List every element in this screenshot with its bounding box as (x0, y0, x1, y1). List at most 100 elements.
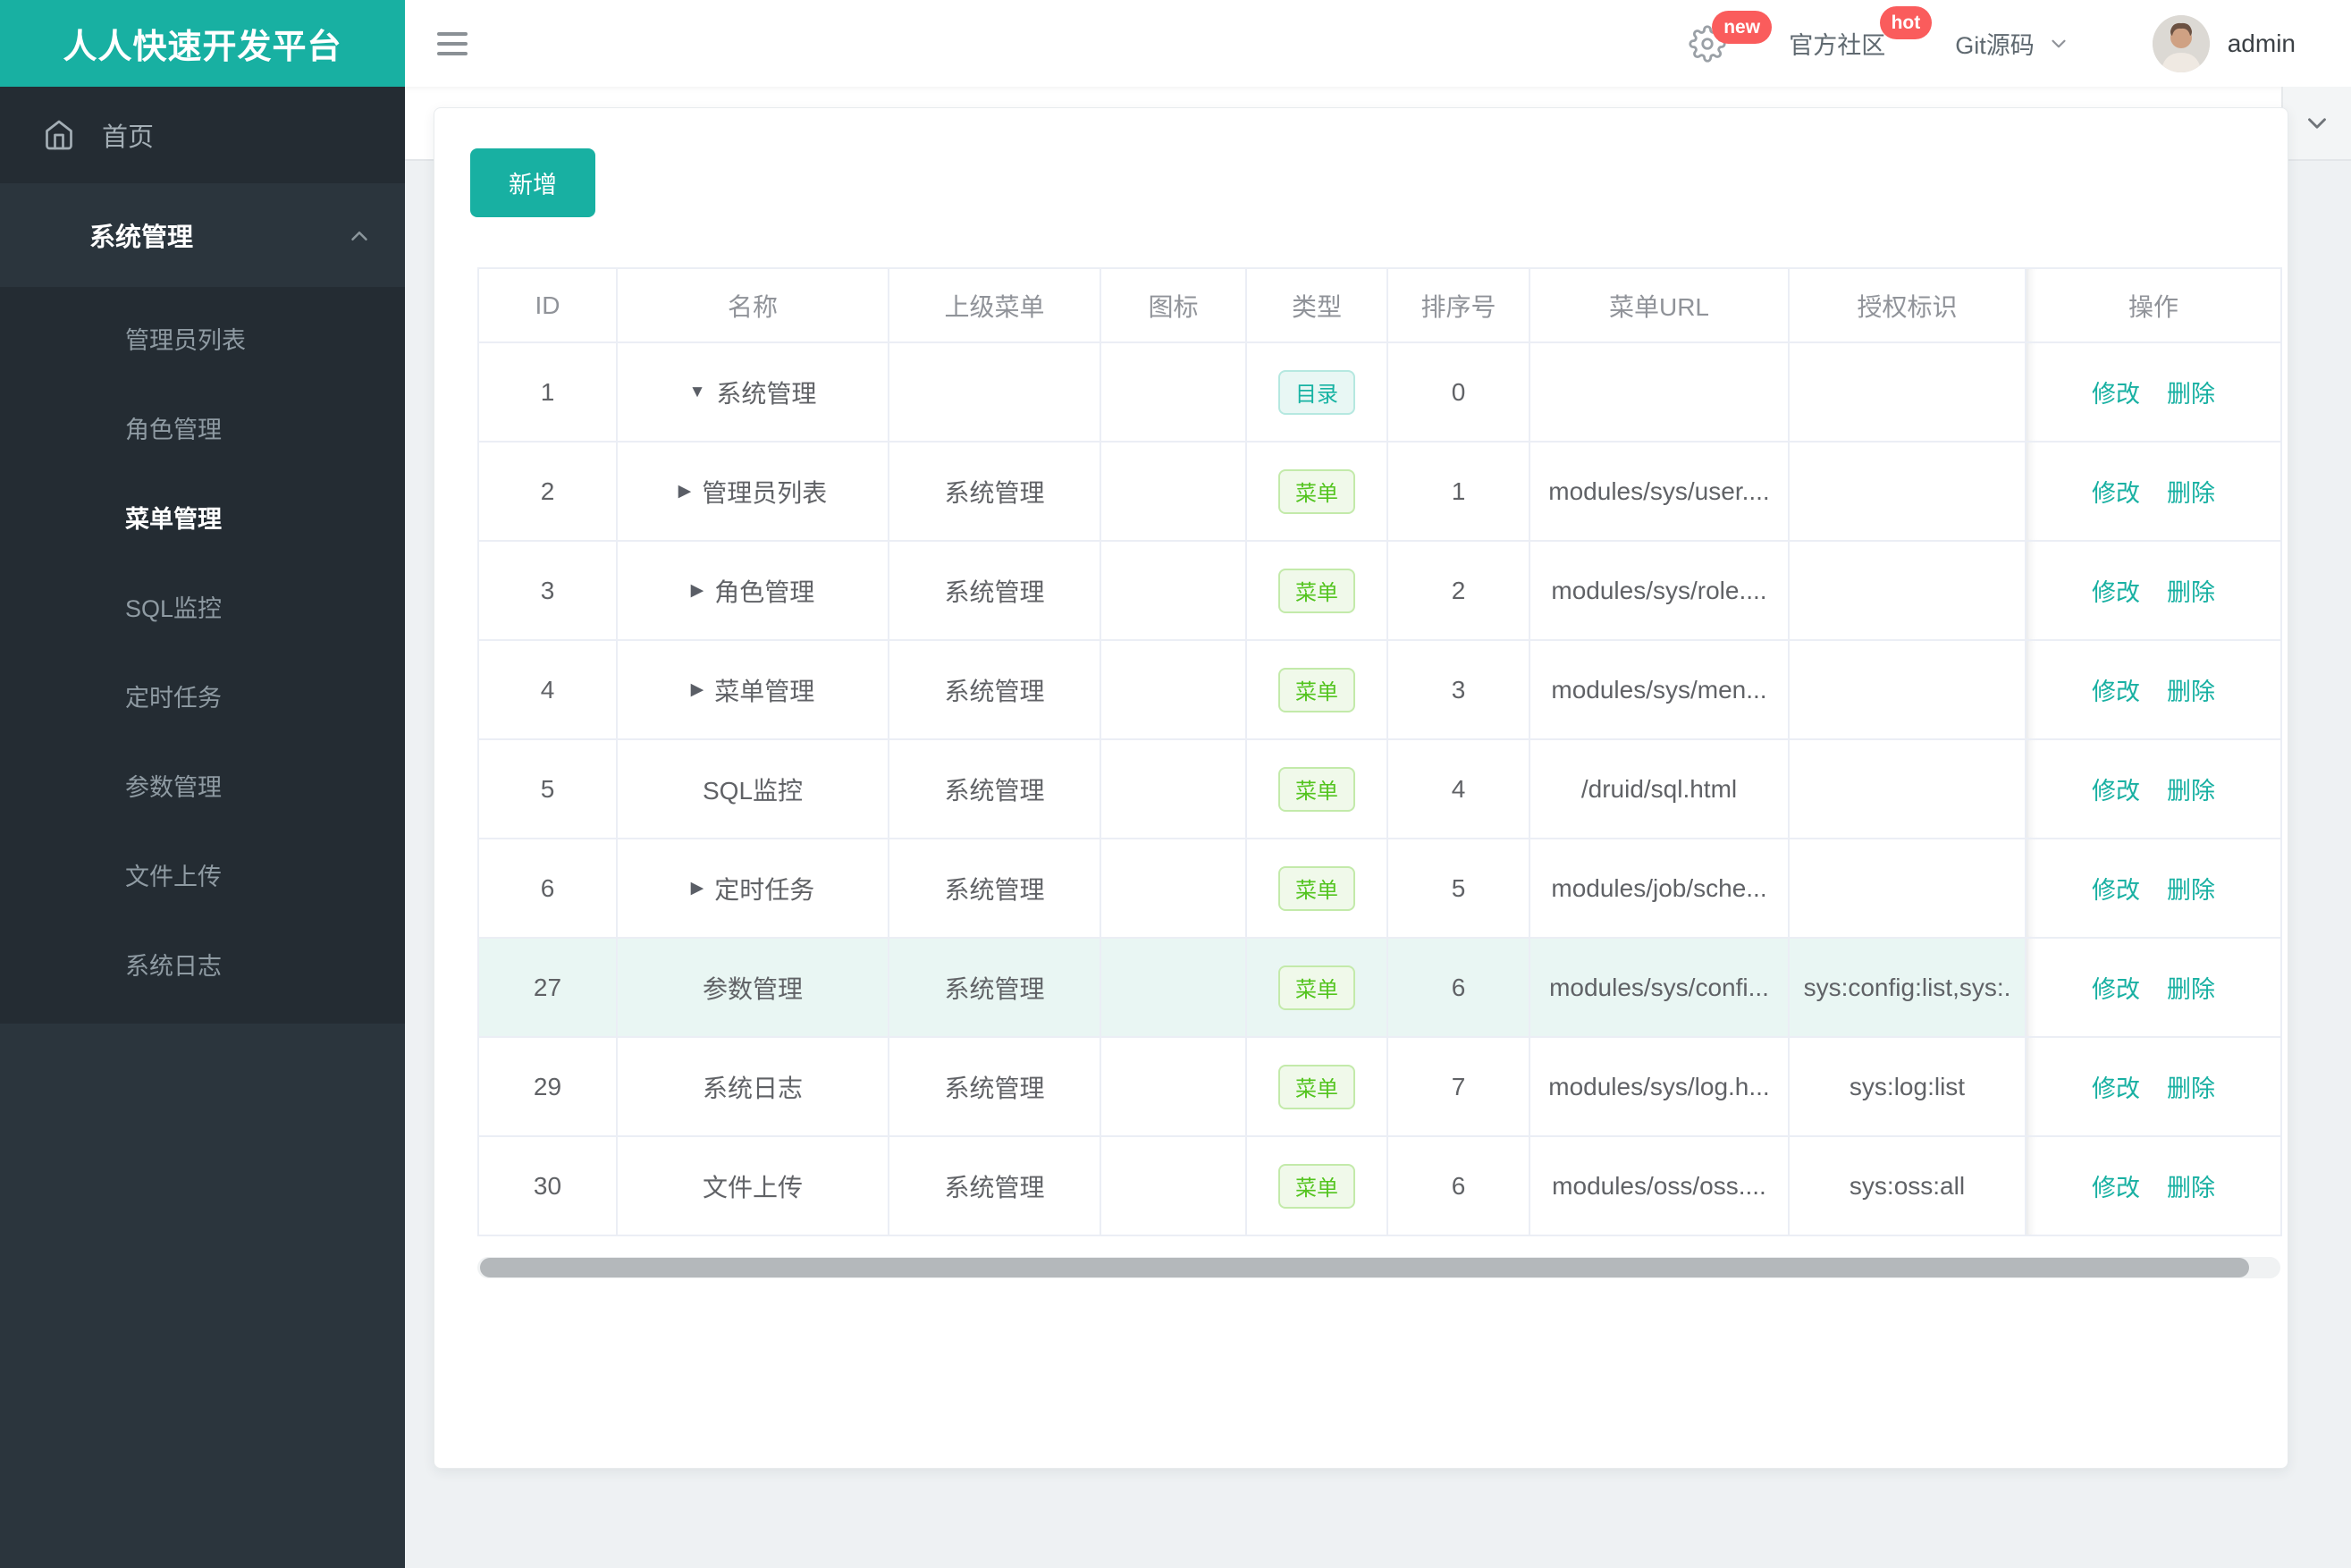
cell-url (1529, 342, 1790, 443)
sidebar-item[interactable]: 角色管理 (0, 385, 405, 475)
delete-link[interactable]: 删除 (2167, 970, 2215, 1005)
sidebar-section-system[interactable]: 系统管理 (0, 183, 405, 287)
table-row[interactable]: 5 SQL监控 系统管理 菜单 4/druid/sql.html 修改 删除 (478, 739, 2282, 839)
table-row[interactable]: 27 参数管理 系统管理 菜单 6 modules/sys/confi... sys:con… (478, 938, 2282, 1038)
cell-order: 4 (1387, 739, 1530, 839)
community-link[interactable]: 官方社区 hot (1789, 6, 1933, 61)
cell-ops: 修改 删除 (2026, 541, 2282, 641)
cell-order: 2 (1387, 541, 1530, 641)
type-badge: 菜单 (1278, 1163, 1355, 1209)
git-source-link[interactable]: Git源码 (1955, 26, 2070, 61)
sidebar-item[interactable]: 参数管理 (0, 743, 405, 832)
cell-name: ▶ 角色管理 (617, 541, 889, 641)
add-button[interactable]: 新增 (470, 148, 595, 217)
delete-link[interactable]: 删除 (2167, 1069, 2215, 1104)
settings-button[interactable]: new (1689, 10, 1773, 63)
edit-link[interactable]: 修改 (2092, 672, 2140, 707)
new-badge: new (1712, 10, 1773, 44)
chevron-up-icon (346, 223, 373, 249)
delete-link[interactable]: 删除 (2167, 375, 2215, 409)
horizontal-scrollbar[interactable] (477, 1257, 2280, 1278)
delete-link[interactable]: 删除 (2167, 474, 2215, 509)
delete-link[interactable]: 删除 (2167, 573, 2215, 608)
delete-link[interactable]: 删除 (2167, 672, 2215, 707)
cell-order: 7 (1387, 1037, 1530, 1137)
menu-toggle-icon[interactable] (437, 25, 469, 62)
cell-perm (1789, 839, 2027, 939)
table-header-cell: 图标 (1100, 268, 1247, 343)
edit-link[interactable]: 修改 (2092, 970, 2140, 1005)
sidebar-item[interactable]: 文件上传 (0, 832, 405, 922)
cell-type: 菜单 (1246, 640, 1388, 740)
cell-ops: 修改 删除 (2026, 938, 2282, 1038)
cell-url: modules/sys/user.... (1529, 442, 1790, 542)
sidebar-item[interactable]: 管理员列表 (0, 296, 405, 385)
table-row[interactable]: 6 ▶ 定时任务 系统管理 菜单 5 modules/job/sche... 修改 删除 (478, 839, 2282, 939)
cell-name: ▼ 系统管理 (617, 342, 889, 443)
sidebar-section-label: 系统管理 (89, 223, 194, 252)
table-row[interactable]: 30 文件上传 系统管理 菜单 6 modules/oss/oss.... sys:oss:… (478, 1136, 2282, 1236)
cell-name: ▶ 管理员列表 (617, 442, 889, 542)
table-header-cell: 授权标识 (1789, 268, 2027, 343)
cell-perm: sys:oss:all (1789, 1136, 2027, 1236)
sidebar-item[interactable]: SQL监控 (0, 564, 405, 653)
edit-link[interactable]: 修改 (2092, 375, 2140, 409)
cell-icon (1100, 541, 1247, 641)
cell-ops: 修改 删除 (2026, 342, 2282, 443)
scrollbar-thumb[interactable] (480, 1258, 2249, 1277)
tree-collapse-icon[interactable]: ▼ (689, 383, 706, 402)
cell-order: 6 (1387, 1136, 1530, 1236)
edit-link[interactable]: 修改 (2092, 1168, 2140, 1203)
cell-name: ▶ 菜单管理 (617, 640, 889, 740)
sidebar-item-home[interactable]: 首页 (0, 87, 405, 183)
cell-type: 菜单 (1246, 1037, 1388, 1137)
menu-name: 管理员列表 (702, 478, 828, 507)
edit-link[interactable]: 修改 (2092, 871, 2140, 906)
table-body: 1 ▼ 系统管理 目录 0 修改 删除 2 ▶ 管理员列表 系统管理 菜单 1 modules/sys/u… (478, 342, 2282, 1236)
cell-id: 29 (478, 1037, 618, 1137)
cell-url: modules/sys/log.h... (1529, 1037, 1790, 1137)
menu-name: 菜单管理 (714, 677, 815, 705)
sidebar: 首页 系统管理 管理员列表 角色管理 菜单管理 SQL监控 定时任务 参数管理 文件上传 系统… (0, 87, 405, 1568)
cell-id: 1 (478, 342, 618, 443)
edit-link[interactable]: 修改 (2092, 771, 2140, 806)
cell-parent: 系统管理 (889, 1037, 1101, 1137)
sidebar-item[interactable]: 定时任务 (0, 653, 405, 743)
table-row[interactable]: 29 系统日志 系统管理 菜单 7 modules/sys/log.h... sys:log… (478, 1037, 2282, 1137)
delete-link[interactable]: 删除 (2167, 1168, 2215, 1203)
table-row[interactable]: 2 ▶ 管理员列表 系统管理 菜单 1 modules/sys/user.... 修改 删除 (478, 442, 2282, 542)
menu-name: 系统日志 (702, 1074, 803, 1102)
cell-order: 6 (1387, 938, 1530, 1038)
edit-link[interactable]: 修改 (2092, 573, 2140, 608)
cell-icon (1100, 640, 1247, 740)
cell-id: 5 (478, 739, 618, 839)
cell-order: 3 (1387, 640, 1530, 740)
cell-id: 3 (478, 541, 618, 641)
tree-expand-icon[interactable]: ▶ (691, 878, 704, 898)
sidebar-item[interactable]: 菜单管理 (0, 475, 405, 564)
table-row[interactable]: 3 ▶ 角色管理 系统管理 菜单 2 modules/sys/role.... 修改 删除 (478, 541, 2282, 641)
tab-list-dropdown-button[interactable] (2281, 87, 2351, 159)
cell-url: /druid/sql.html (1529, 739, 1790, 839)
edit-link[interactable]: 修改 (2092, 1069, 2140, 1104)
app-logo: 人人快速开发平台 (0, 0, 405, 87)
tree-expand-icon[interactable]: ▶ (691, 580, 704, 601)
delete-link[interactable]: 删除 (2167, 871, 2215, 906)
cell-id: 6 (478, 839, 618, 939)
cell-type: 菜单 (1246, 541, 1388, 641)
cell-url: modules/job/sche... (1529, 839, 1790, 939)
table-row[interactable]: 1 ▼ 系统管理 目录 0 修改 删除 (478, 342, 2282, 443)
edit-link[interactable]: 修改 (2092, 474, 2140, 509)
sidebar-item[interactable]: 系统日志 (0, 922, 405, 1011)
cell-id: 2 (478, 442, 618, 542)
table-row[interactable]: 4 ▶ 菜单管理 系统管理 菜单 3 modules/sys/men... 修改 删除 (478, 640, 2282, 740)
tree-expand-icon[interactable]: ▶ (691, 679, 704, 700)
cell-parent (889, 342, 1101, 443)
cell-ops: 修改 删除 (2026, 1136, 2282, 1236)
cell-ops: 修改 删除 (2026, 739, 2282, 839)
hot-badge: hot (1879, 6, 1933, 39)
tree-expand-icon[interactable]: ▶ (678, 481, 692, 502)
type-badge: 菜单 (1278, 766, 1355, 812)
delete-link[interactable]: 删除 (2167, 771, 2215, 806)
user-menu[interactable]: admin (2152, 14, 2296, 72)
